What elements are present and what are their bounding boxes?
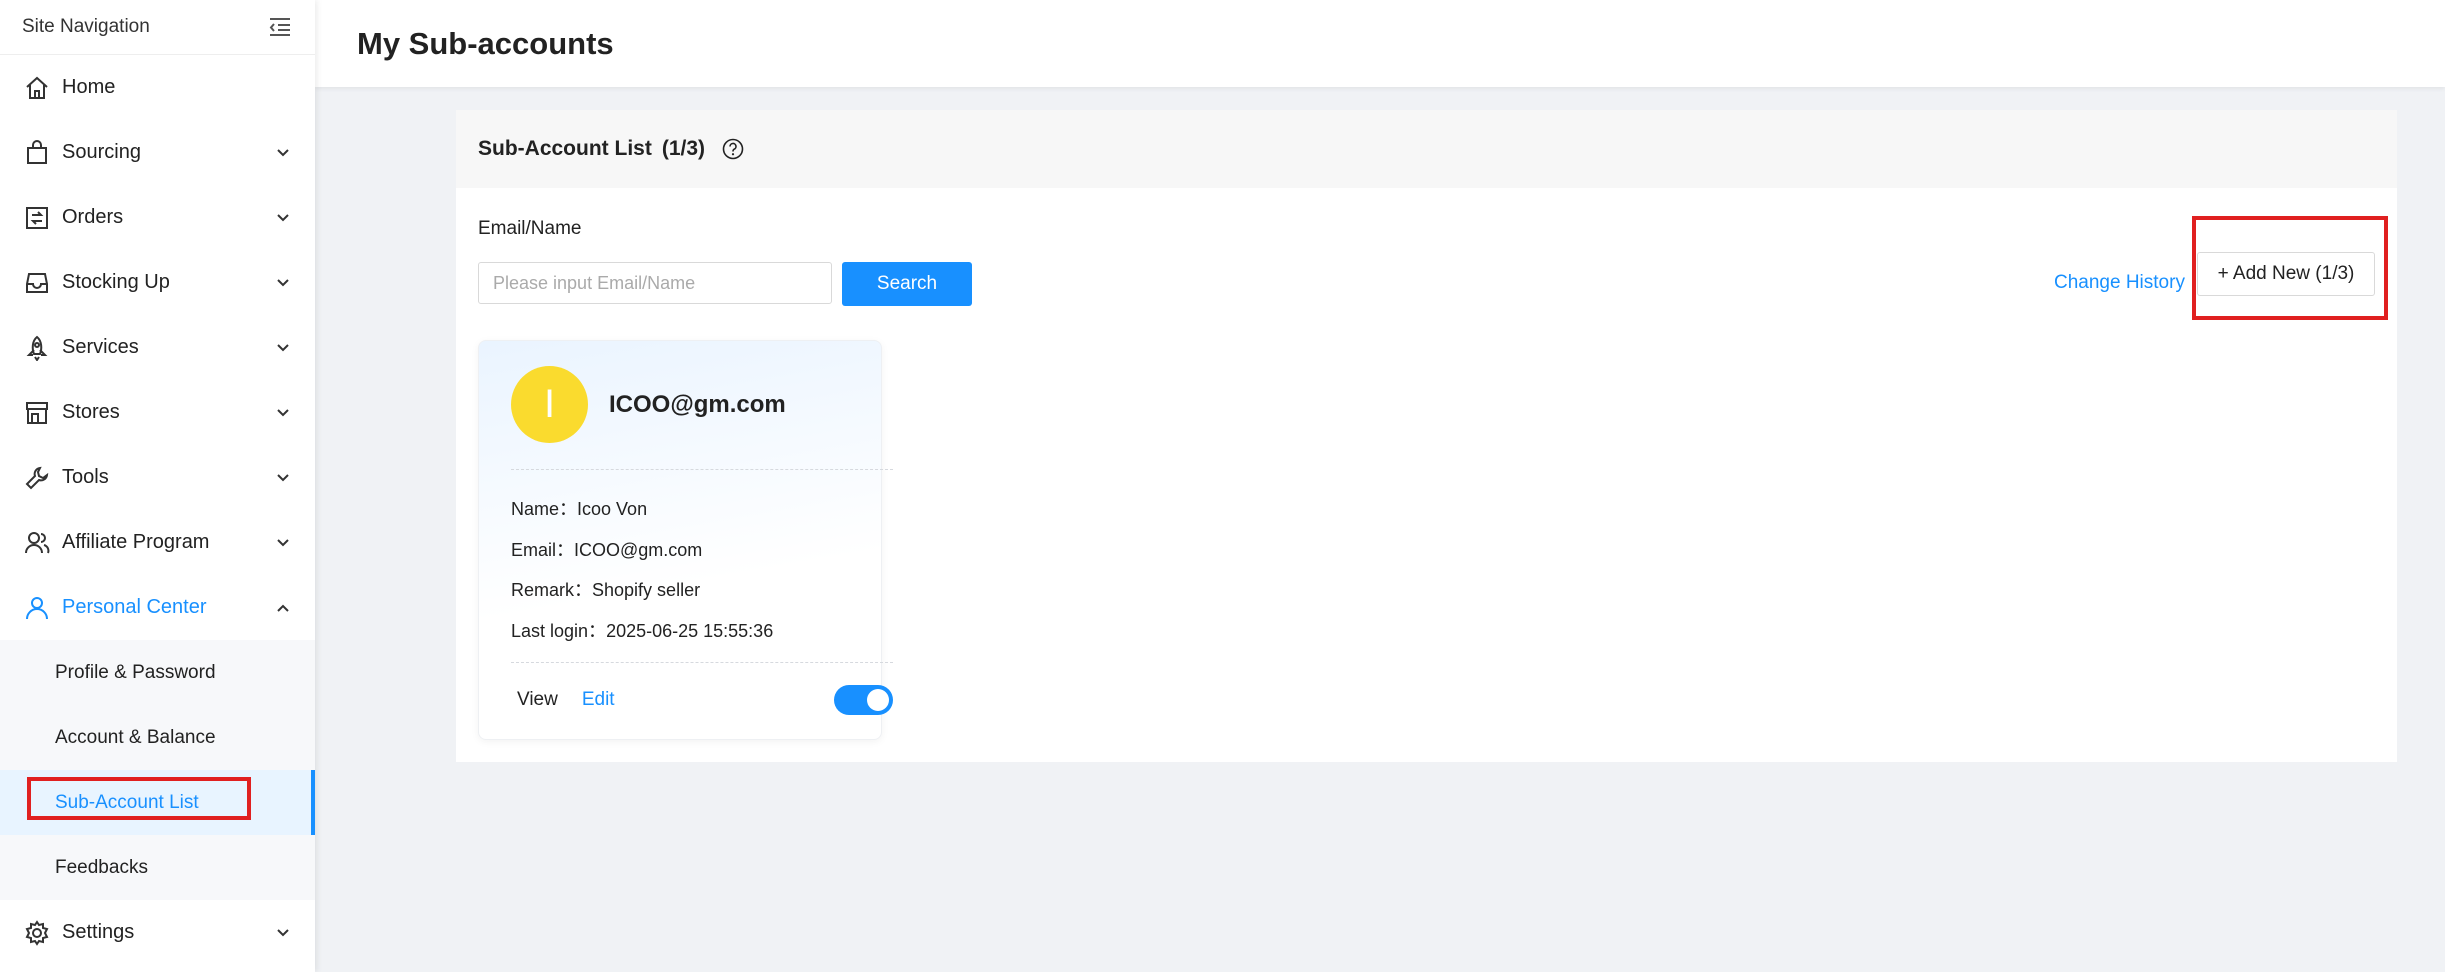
sidebar-item-label: Personal Center — [62, 596, 207, 618]
sidebar-item-label: Affiliate Program — [62, 531, 210, 553]
sidebar-item-stocking-up[interactable]: Stocking Up — [0, 250, 315, 315]
email-value: ICOO@gm.com — [574, 540, 703, 560]
home-icon — [22, 73, 52, 103]
sidebar-subitem-label: Account & Balance — [55, 726, 216, 748]
add-new-button[interactable]: + Add New (1/3) — [2197, 252, 2375, 296]
shopping-bag-icon — [22, 138, 52, 168]
search-input[interactable] — [478, 262, 832, 304]
user-icon — [22, 593, 52, 623]
chevron-down-icon — [273, 338, 293, 358]
sidebar-subitem-label: Sub-Account List — [55, 791, 199, 813]
sidebar-subitem-feedbacks[interactable]: Feedbacks — [0, 835, 315, 900]
sub-account-panel: Sub-Account List (1/3) Email/Name Search… — [456, 110, 2397, 762]
avatar: I — [511, 366, 588, 443]
sidebar-item-label: Tools — [62, 466, 109, 488]
sidebar-subitem-profile-password[interactable]: Profile & Password — [0, 640, 315, 705]
rocket-icon — [22, 333, 52, 363]
orders-icon — [22, 203, 52, 233]
panel-title: Sub-Account List — [478, 137, 652, 160]
sidebar-item-label: Settings — [62, 921, 135, 943]
help-icon[interactable] — [721, 137, 745, 161]
sidebar-item-personal-center[interactable]: Personal Center — [0, 575, 315, 640]
toggle-knob — [867, 689, 889, 711]
sidebar-item-tools[interactable]: Tools — [0, 445, 315, 510]
chevron-down-icon — [273, 403, 293, 423]
chevron-down-icon — [273, 273, 293, 293]
sidebar-item-label: Home — [62, 76, 116, 98]
sidebar-item-home[interactable]: Home — [0, 55, 315, 120]
account-email-row: Email：ICOO@gm.com — [511, 536, 702, 562]
card-actions: View Edit — [511, 689, 615, 711]
last-login-value: 2025-06-25 15:55:36 — [606, 621, 774, 641]
remark-label: Remark： — [511, 580, 593, 600]
sidebar-item-label: Stocking Up — [62, 271, 170, 293]
inbox-icon — [22, 268, 52, 298]
account-card: I ICOO@gm.com Name：Icoo Von Email：ICOO@g… — [478, 340, 893, 740]
sidebar-item-stores[interactable]: Stores — [0, 380, 315, 445]
sidebar-item-label: Services — [62, 336, 139, 358]
search-button[interactable]: Search — [842, 262, 972, 306]
account-remark-row: Remark：Shopify seller — [511, 576, 700, 602]
remark-value: Shopify seller — [592, 580, 701, 600]
chevron-down-icon — [273, 143, 293, 163]
sidebar-item-settings[interactable]: Settings — [0, 900, 315, 965]
sidebar-item-label: Stores — [62, 401, 120, 423]
sidebar-subitem-label: Profile & Password — [55, 661, 216, 683]
account-name-row: Name：Icoo Von — [511, 495, 647, 521]
card-divider — [511, 662, 893, 663]
view-button[interactable]: View — [511, 689, 564, 711]
sidebar-subitem-account-balance[interactable]: Account & Balance — [0, 705, 315, 770]
sidebar-item-services[interactable]: Services — [0, 315, 315, 380]
chevron-down-icon — [273, 468, 293, 488]
card-divider — [511, 469, 893, 470]
sidebar: Site Navigation Home Sourcing Orders Sto… — [0, 0, 315, 972]
sidebar-header: Site Navigation — [0, 0, 315, 55]
sidebar-item-label: Orders — [62, 206, 124, 228]
personal-center-submenu: Profile & Password Account & Balance Sub… — [0, 640, 315, 900]
users-icon — [22, 528, 52, 558]
change-history-link[interactable]: Change History — [2054, 261, 2185, 305]
edit-button[interactable]: Edit — [582, 689, 615, 711]
panel-header: Sub-Account List (1/3) — [456, 110, 2397, 188]
email-name-filter-label: Email/Name — [478, 218, 582, 239]
wrench-icon — [22, 463, 52, 493]
account-card-title: ICOO@gm.com — [609, 391, 786, 418]
sidebar-item-affiliate-program[interactable]: Affiliate Program — [0, 510, 315, 575]
sidebar-item-orders[interactable]: Orders — [0, 185, 315, 250]
account-last-login-row: Last login：2025-06-25 15:55:36 — [511, 617, 773, 643]
sidebar-subitem-sub-account-list[interactable]: Sub-Account List — [0, 770, 315, 835]
store-icon — [22, 398, 52, 428]
chevron-down-icon — [273, 208, 293, 228]
name-value: Icoo Von — [577, 499, 648, 519]
sidebar-item-sourcing[interactable]: Sourcing — [0, 120, 315, 185]
panel-count: (1/3) — [661, 137, 706, 160]
last-login-label: Last login： — [511, 621, 607, 641]
page-title: My Sub-accounts — [357, 25, 614, 61]
email-label: Email： — [511, 540, 575, 560]
page-header: My Sub-accounts — [315, 0, 2445, 87]
name-label: Name： — [511, 499, 578, 519]
chevron-down-icon — [273, 923, 293, 943]
sidebar-subitem-label: Feedbacks — [55, 856, 148, 878]
sidebar-item-label: Sourcing — [62, 141, 141, 163]
account-enabled-toggle[interactable] — [834, 685, 893, 715]
sidebar-title: Site Navigation — [22, 16, 150, 37]
gear-icon — [22, 918, 52, 948]
chevron-down-icon — [273, 533, 293, 553]
menu-collapse-icon[interactable] — [267, 14, 293, 40]
chevron-up-icon — [273, 598, 293, 618]
